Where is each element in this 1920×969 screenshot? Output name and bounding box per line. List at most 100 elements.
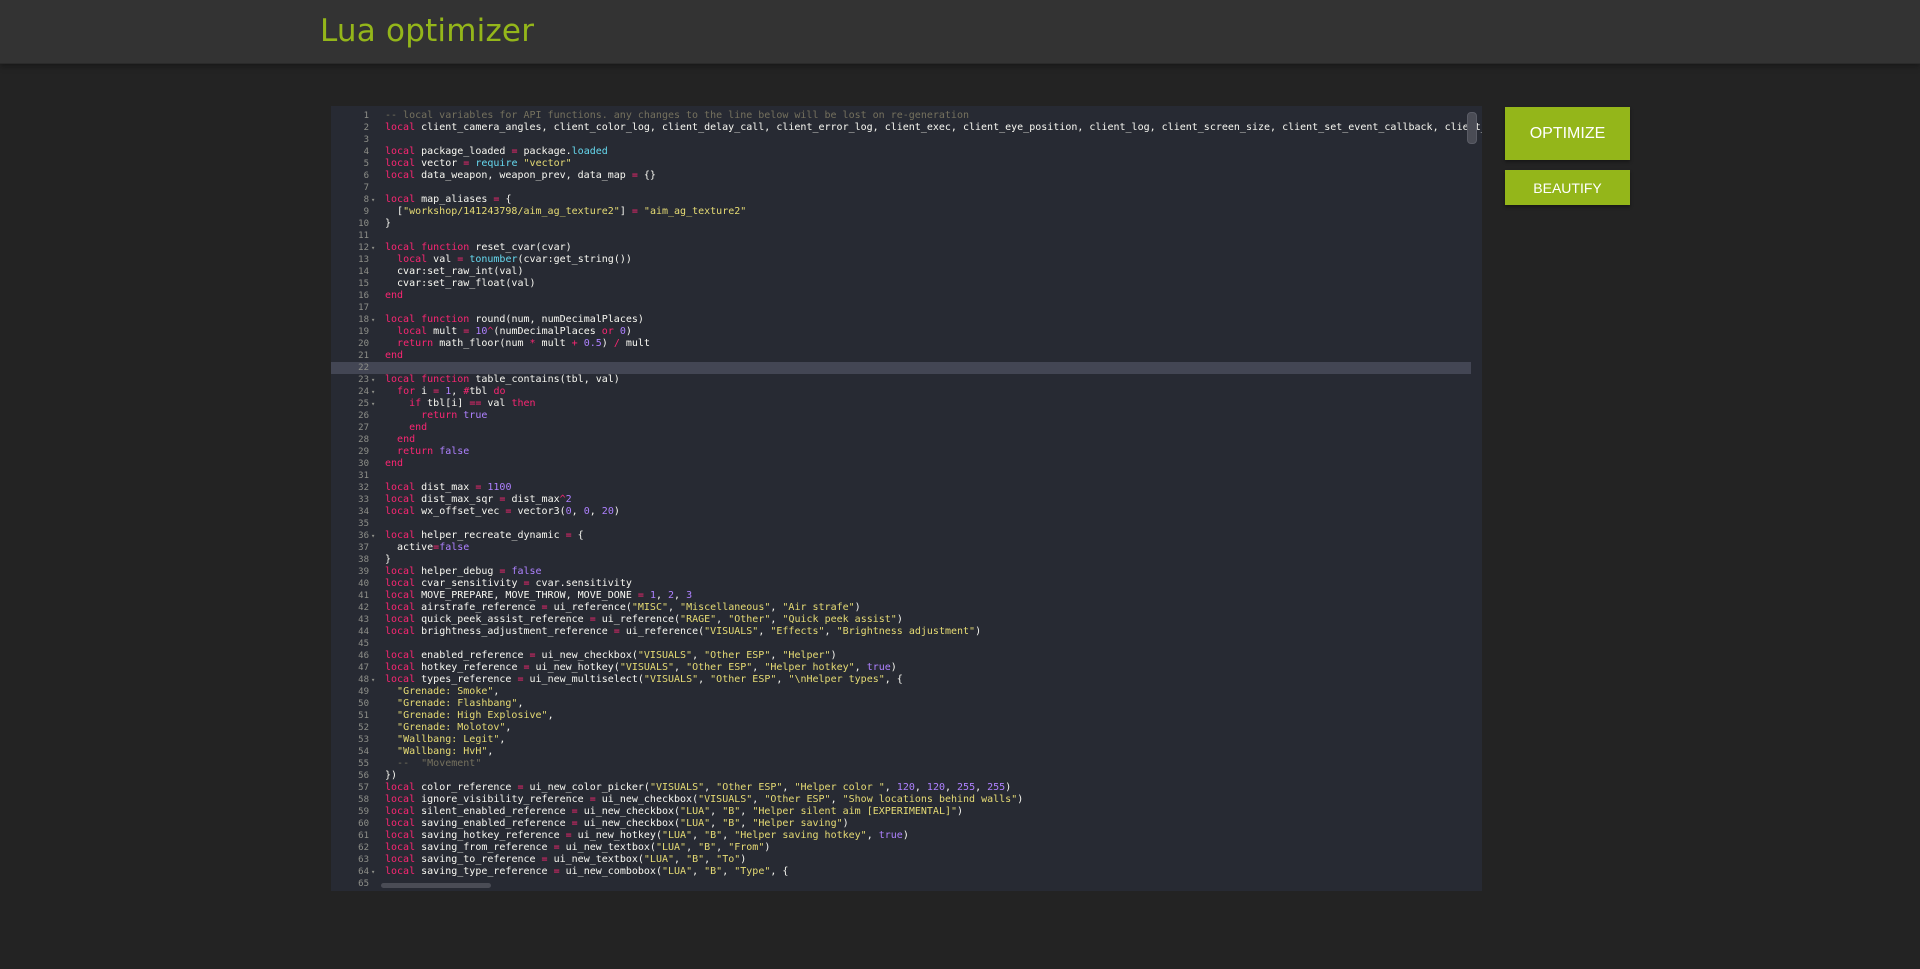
code-line[interactable]: 52 "Grenade: Molotov",	[331, 722, 1471, 734]
code-line[interactable]: 53 "Wallbang: Legit",	[331, 734, 1471, 746]
code-editor[interactable]: 1 -- local variables for API functions. a…	[331, 106, 1482, 891]
code-line[interactable]: 25 ▾ if tbl[i] == val then	[331, 398, 1471, 410]
line-number: 36	[358, 531, 369, 541]
code-line[interactable]: 15 cvar:set_raw_float(val)	[331, 278, 1471, 290]
code-text: local function reset_cvar(cvar)	[385, 242, 572, 253]
code-line[interactable]: 49 "Grenade: Smoke",	[331, 686, 1471, 698]
code-line[interactable]: 16 end	[331, 290, 1471, 302]
fold-toggle-icon[interactable]: ▾	[371, 194, 379, 206]
code-line[interactable]: 22	[331, 362, 1471, 374]
code-line[interactable]: 59 local silent_enabled_reference = ui_ne…	[331, 806, 1471, 818]
code-line[interactable]: 62 local saving_from_reference = ui_new_t…	[331, 842, 1471, 854]
line-number: 51	[358, 711, 369, 721]
line-number: 55	[358, 759, 369, 769]
line-number: 17	[358, 303, 369, 313]
code-line[interactable]: 46 local enabled_reference = ui_new_check…	[331, 650, 1471, 662]
code-line[interactable]: 10}	[331, 218, 1471, 230]
code-text: local silent_enabled_reference = ui_new_…	[385, 806, 964, 817]
code-line[interactable]: 35	[331, 518, 1471, 530]
code-line[interactable]: 45	[331, 638, 1471, 650]
code-line[interactable]: 12 ▾ local function reset_cvar(cvar)	[331, 242, 1471, 254]
fold-toggle-icon[interactable]: ▾	[371, 314, 379, 326]
code-line[interactable]: 8 ▾ local map_aliases = {	[331, 194, 1471, 206]
fold-toggle-icon[interactable]: ▾	[371, 242, 379, 254]
code-line[interactable]: 42 local airstrafe_reference = ui_referen…	[331, 602, 1471, 614]
line-number: 53	[358, 735, 369, 745]
code-line[interactable]: 63 local saving_to_reference = ui_new_tex…	[331, 854, 1471, 866]
code-line[interactable]: 44 local brightness_adjustment_reference …	[331, 626, 1471, 638]
code-line[interactable]: 28 end	[331, 434, 1471, 446]
code-line[interactable]: 29 return false	[331, 446, 1471, 458]
code-line[interactable]: 33 local dist_max_sqr = dist_max^2	[331, 494, 1471, 506]
code-line[interactable]: 6 local data_weapon, weapon_prev, data_ma…	[331, 170, 1471, 182]
code-line[interactable]: 34 local wx_offset_vec = vector3(0, 0, 20…	[331, 506, 1471, 518]
code-line[interactable]: 1 -- local variables for API functions. a…	[331, 110, 1471, 122]
code-line[interactable]: 61 local saving_hotkey_reference = ui_new…	[331, 830, 1471, 842]
code-line[interactable]: 3	[331, 134, 1471, 146]
line-number: 45	[358, 639, 369, 649]
line-number: 64	[358, 867, 369, 877]
code-line[interactable]: 43 local quick_peek_assist_reference = ui…	[331, 614, 1471, 626]
code-line[interactable]: 7	[331, 182, 1471, 194]
code-line[interactable]: 4 local package_loaded = package.loaded	[331, 146, 1471, 158]
fold-toggle-icon[interactable]: ▾	[371, 374, 379, 386]
beautify-button[interactable]: BEAUTIFY	[1505, 170, 1630, 205]
code-line[interactable]: 9 ["workshop/141243798/aim_ag_texture2"]…	[331, 206, 1471, 218]
code-line[interactable]: 48 ▾ local types_reference = ui_new_multis…	[331, 674, 1471, 686]
code-line[interactable]: 54 "Wallbang: HvH",	[331, 746, 1471, 758]
code-line[interactable]: 38}	[331, 554, 1471, 566]
code-line[interactable]: 64 ▾ local saving_type_reference = ui_new_…	[331, 866, 1471, 878]
code-line[interactable]: 36 ▾ local helper_recreate_dynamic = {	[331, 530, 1471, 542]
optimize-button[interactable]: OPTIMIZE	[1505, 107, 1630, 160]
code-line[interactable]: 57 local color_reference = ui_new_color_p…	[331, 782, 1471, 794]
code-line[interactable]: 56})	[331, 770, 1471, 782]
code-line[interactable]: 41 local MOVE_PREPARE, MOVE_THROW, MOVE_D…	[331, 590, 1471, 602]
code-text: active=false	[385, 542, 470, 553]
code-line[interactable]: 23 ▾ local function table_contains(tbl, va…	[331, 374, 1471, 386]
code-line[interactable]: 18 ▾ local function round(num, numDecimalP…	[331, 314, 1471, 326]
code-line[interactable]: 40 local cvar_sensitivity = cvar.sensitiv…	[331, 578, 1471, 590]
code-line[interactable]: 14 cvar:set_raw_int(val)	[331, 266, 1471, 278]
line-number: 31	[358, 471, 369, 481]
code-line[interactable]: 50 "Grenade: Flashbang",	[331, 698, 1471, 710]
code-text: local enabled_reference = ui_new_checkbo…	[385, 650, 837, 661]
code-text: local airstrafe_reference = ui_reference…	[385, 602, 861, 613]
code-line[interactable]: 27 end	[331, 422, 1471, 434]
code-text: local vector = require "vector"	[385, 158, 572, 169]
line-number: 61	[358, 831, 369, 841]
fold-toggle-icon[interactable]: ▾	[371, 386, 379, 398]
line-number: 9	[363, 207, 369, 217]
code-line[interactable]: 13 local val = tonumber(cvar:get_string(…	[331, 254, 1471, 266]
code-line[interactable]: 39 local helper_debug = false	[331, 566, 1471, 578]
code-line[interactable]: 55 -- "Movement"	[331, 758, 1471, 770]
code-line[interactable]: 24 ▾ for i = 1, #tbl do	[331, 386, 1471, 398]
code-line[interactable]: 2 local client_camera_angles, client_colo…	[331, 122, 1482, 134]
horizontal-scrollbar[interactable]	[381, 883, 491, 888]
code-line[interactable]: 26 return true	[331, 410, 1471, 422]
line-number: 24	[358, 387, 369, 397]
code-line[interactable]: 47 local hotkey_reference = ui_new_hotkey…	[331, 662, 1471, 674]
code-line[interactable]: 5 local vector = require "vector"	[331, 158, 1471, 170]
code-line[interactable]: 30 end	[331, 458, 1471, 470]
fold-toggle-icon[interactable]: ▾	[371, 530, 379, 542]
code-line[interactable]: 51 "Grenade: High Explosive",	[331, 710, 1471, 722]
code-line[interactable]: 19 local mult = 10^(numDecimalPlaces or …	[331, 326, 1471, 338]
code-line[interactable]: 31	[331, 470, 1471, 482]
fold-toggle-icon[interactable]: ▾	[371, 398, 379, 410]
line-number: 39	[358, 567, 369, 577]
vertical-scrollbar[interactable]	[1467, 112, 1477, 144]
code-line[interactable]: 65	[331, 878, 1471, 890]
code-line[interactable]: 17	[331, 302, 1471, 314]
line-number: 35	[358, 519, 369, 529]
code-line[interactable]: 32 local dist_max = 1100	[331, 482, 1471, 494]
fold-toggle-icon[interactable]: ▾	[371, 866, 379, 878]
code-line[interactable]: 20 return math_floor(num * mult + 0.5) /…	[331, 338, 1471, 350]
code-line[interactable]: 21 end	[331, 350, 1471, 362]
fold-toggle-icon[interactable]: ▾	[371, 674, 379, 686]
code-line[interactable]: 37 active=false	[331, 542, 1471, 554]
code-lines[interactable]: 1 -- local variables for API functions. a…	[331, 110, 1482, 890]
code-line[interactable]: 60 local saving_enabled_reference = ui_ne…	[331, 818, 1471, 830]
line-number: 4	[363, 147, 369, 157]
code-line[interactable]: 58 local ignore_visibility_reference = ui…	[331, 794, 1471, 806]
code-line[interactable]: 11	[331, 230, 1471, 242]
